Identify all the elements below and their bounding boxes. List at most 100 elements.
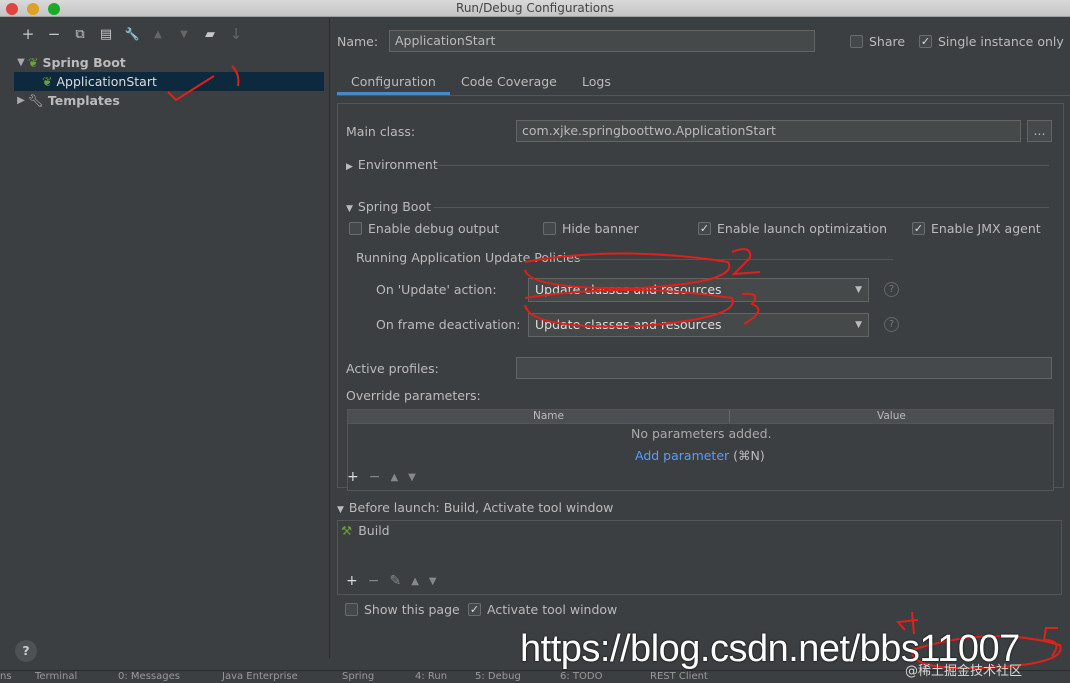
on-update-value: Update classes and resources — [535, 282, 722, 297]
watermark-secondary: @稀土掘金技术社区 — [905, 664, 1023, 679]
minimize-window-button[interactable] — [27, 3, 39, 15]
remove-icon[interactable]: − — [368, 573, 380, 591]
status-spring[interactable]: Spring — [342, 671, 374, 682]
hammer-icon: ⚒ — [341, 523, 353, 538]
remove-icon[interactable]: − — [369, 469, 381, 487]
edit-icon[interactable]: ✎ — [389, 573, 401, 591]
tree-item-templates[interactable]: ▶ 🔧︎ Templates — [14, 91, 324, 110]
add-icon[interactable]: + — [347, 469, 359, 487]
window-titlebar: Run/Debug Configurations — [0, 0, 1070, 17]
active-profiles-label: Active profiles: — [346, 361, 439, 376]
add-parameter-link[interactable]: Add parameter — [635, 448, 729, 463]
status-rest-client[interactable]: REST Client — [650, 671, 708, 682]
before-launch-list: ⚒ Build + − ✎ ▲ ▼ — [337, 520, 1062, 595]
name-field[interactable]: ApplicationStart — [389, 30, 815, 52]
update-policies-heading: Running Application Update Policies — [356, 250, 581, 265]
checkbox-icon — [850, 35, 863, 48]
move-down-button[interactable]: ▼ — [174, 29, 194, 40]
expand-arrow-icon[interactable]: ▼ — [14, 57, 28, 68]
config-editor: Name: ApplicationStart Share ✓ Single in… — [337, 18, 1070, 658]
status-run[interactable]: 4: Run — [415, 671, 447, 682]
move-up-icon[interactable]: ▲ — [411, 573, 419, 591]
help-icon[interactable]: ? — [884, 282, 899, 297]
tree-item-label: Templates — [47, 93, 120, 108]
col-value-header[interactable]: Value — [877, 410, 906, 422]
config-tabs: Configuration Code Coverage Logs — [337, 68, 1070, 96]
sort-button[interactable]: ↓ — [226, 25, 246, 43]
status-terminal[interactable]: Terminal — [35, 671, 77, 682]
override-params-label: Override parameters: — [346, 388, 481, 403]
check-icon: ✓ — [698, 222, 711, 235]
col-name-header[interactable]: Name — [533, 410, 564, 422]
tree-item-application-start[interactable]: ❦ ApplicationStart — [14, 72, 324, 91]
wrench-icon[interactable]: 🔧 — [122, 27, 142, 41]
tree-item-spring-boot[interactable]: ▼ ❦ Spring Boot — [14, 53, 324, 72]
divider — [729, 410, 730, 423]
collapse-arrow-icon: ▼ — [337, 505, 344, 515]
spring-boot-icon: ❦ — [28, 55, 39, 70]
config-tree: ▼ ❦ Spring Boot ❦ ApplicationStart ▶ 🔧︎ … — [14, 53, 324, 653]
show-page-checkbox[interactable]: Show this page — [345, 602, 460, 617]
add-config-button[interactable]: + — [18, 25, 38, 43]
zoom-window-button[interactable] — [48, 3, 60, 15]
enable-launch-opt-label: Enable launch optimization — [717, 221, 888, 236]
override-params-table: Name Value No parameters added. Add para… — [347, 409, 1054, 491]
move-up-icon[interactable]: ▲ — [390, 469, 398, 487]
before-launch-section[interactable]: ▼ Before launch: Build, Activate tool win… — [337, 500, 613, 515]
move-down-icon[interactable]: ▼ — [429, 573, 437, 591]
share-label: Share — [869, 34, 906, 49]
move-up-button[interactable]: ▲ — [148, 29, 168, 40]
tree-item-label: ApplicationStart — [56, 74, 157, 89]
single-instance-checkbox[interactable]: ✓ Single instance only — [919, 34, 1064, 49]
list-item-build[interactable]: ⚒ Build — [341, 523, 390, 538]
copy-config-button[interactable]: ⧉ — [70, 27, 90, 42]
on-frame-label: On frame deactivation: — [376, 317, 521, 332]
spring-run-icon: ❦ — [42, 74, 53, 89]
tab-configuration[interactable]: Configuration — [337, 71, 450, 95]
on-update-dropdown[interactable]: Update classes and resources ▼ — [528, 278, 869, 302]
before-launch-toolbar: + − ✎ ▲ ▼ — [346, 573, 437, 591]
on-frame-dropdown[interactable]: Update classes and resources ▼ — [528, 313, 869, 337]
collapse-arrow-icon[interactable]: ▶ — [14, 95, 28, 106]
on-frame-value: Update classes and resources — [535, 317, 722, 332]
save-config-button[interactable]: ▤ — [96, 27, 116, 42]
wrench-icon: 🔧︎ — [28, 92, 44, 108]
status-java-enterprise[interactable]: Java Enterprise — [222, 671, 298, 682]
configurations-sidebar: + − ⧉ ▤ 🔧 ▲ ▼ ▰ ↓ ▼ ❦ Spring Boot ❦ Appl… — [0, 18, 330, 658]
active-profiles-field[interactable] — [516, 357, 1052, 379]
folder-icon[interactable]: ▰ — [200, 27, 220, 42]
add-icon[interactable]: + — [346, 573, 358, 591]
browse-button[interactable]: ... — [1027, 120, 1052, 142]
window-title: Run/Debug Configurations — [456, 1, 614, 15]
remove-config-button[interactable]: − — [44, 25, 64, 43]
status-debug[interactable]: 5: Debug — [475, 671, 521, 682]
move-down-icon[interactable]: ▼ — [408, 469, 416, 487]
status-todo[interactable]: 6: TODO — [560, 671, 602, 682]
activate-tool-checkbox[interactable]: ✓ Activate tool window — [468, 602, 617, 617]
tab-logs[interactable]: Logs — [568, 71, 625, 95]
status-messages[interactable]: 0: Messages — [118, 671, 180, 682]
check-icon: ✓ — [468, 603, 481, 616]
checkbox-icon — [345, 603, 358, 616]
environment-section[interactable]: ▶ Environment — [346, 157, 438, 172]
hide-banner-label: Hide banner — [562, 221, 639, 236]
checkbox-icon — [543, 222, 556, 235]
spring-boot-section[interactable]: ▼ Spring Boot — [346, 199, 431, 214]
main-class-field[interactable]: com.xjke.springboottwo.ApplicationStart — [516, 120, 1021, 142]
hide-banner-checkbox[interactable]: Hide banner — [543, 221, 639, 236]
enable-debug-checkbox[interactable]: Enable debug output — [349, 221, 499, 236]
enable-launch-opt-checkbox[interactable]: ✓ Enable launch optimization — [698, 221, 887, 236]
help-icon[interactable]: ? — [884, 317, 899, 332]
chevron-down-icon: ▼ — [855, 320, 862, 330]
main-class-label: Main class: — [346, 124, 416, 139]
tab-code-coverage[interactable]: Code Coverage — [447, 71, 571, 95]
enable-jmx-checkbox[interactable]: ✓ Enable JMX agent — [912, 221, 1041, 236]
close-window-button[interactable] — [6, 3, 18, 15]
name-label: Name: — [337, 34, 379, 49]
expand-arrow-icon: ▶ — [346, 162, 353, 172]
divider — [434, 165, 1049, 166]
divider — [573, 259, 893, 260]
share-checkbox[interactable]: Share — [850, 34, 905, 49]
help-button[interactable]: ? — [15, 640, 37, 662]
status-item[interactable]: ns — [0, 671, 12, 682]
